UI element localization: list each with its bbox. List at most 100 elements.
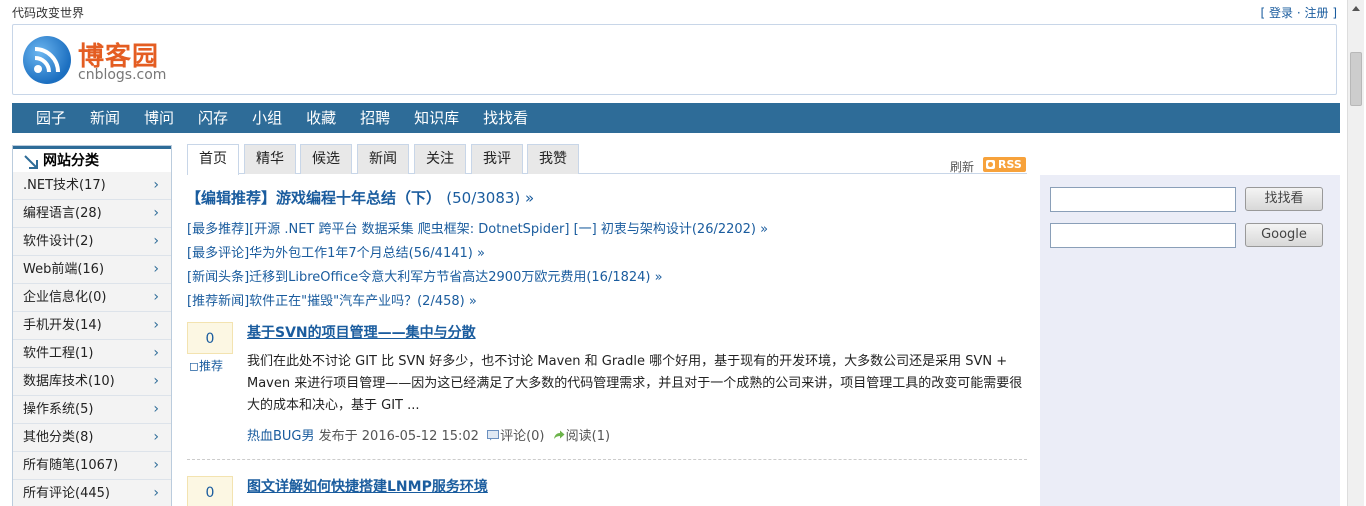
nav-item-groups[interactable]: 小组 xyxy=(240,103,294,133)
tab-candidates[interactable]: 候选 xyxy=(300,144,352,174)
sidebar-item-all-comments[interactable]: 所有评论(445) › xyxy=(13,480,171,506)
tab-following[interactable]: 关注 xyxy=(414,144,466,174)
chevron-right-icon: › xyxy=(153,485,159,501)
digg-box: 0 ◻推荐 xyxy=(187,322,233,374)
post-item: 0 ◻推荐 基于SVN的项目管理——集中与分散 我们在此处不讨论 GIT 比 S… xyxy=(187,322,1027,462)
post-title[interactable]: 图文详解如何快捷搭建LNMP服务环境 xyxy=(247,476,488,496)
editor-pick-link[interactable]: 【编辑推荐】游戏编程十年总结（下） (50/3083) » xyxy=(186,187,534,208)
site-logo[interactable]: 博客园 cnblogs.com xyxy=(23,35,173,87)
login-link[interactable]: 登录 xyxy=(1269,6,1293,20)
chevron-right-icon: › xyxy=(153,205,159,221)
category-sidebar: 网站分类 .NET技术(17) › 编程语言(28) › 软件设计(2) › Web前… xyxy=(12,145,172,506)
pick-recommended-news[interactable]: [推荐新闻]软件正在"摧毁"汽车产业吗？(2/458) » xyxy=(187,290,477,309)
post-date: 发布于 2016-05-12 15:02 xyxy=(318,429,479,444)
refresh-link[interactable]: 刷新 xyxy=(950,158,974,175)
read-arrow-icon xyxy=(553,430,565,439)
site-header: 博客园 cnblogs.com xyxy=(12,24,1337,95)
top-bar: 代码改变世界 [ 登录 · 注册 ] xyxy=(12,4,1337,22)
sidebar-item-label: 软件设计(2) xyxy=(23,234,94,249)
digg-count[interactable]: 0 xyxy=(187,476,233,506)
nav-item-favorites[interactable]: 收藏 xyxy=(294,103,348,133)
comment-icon xyxy=(487,430,500,441)
sidebar-item-dotnet[interactable]: .NET技术(17) › xyxy=(13,172,171,200)
chevron-right-icon: › xyxy=(153,261,159,277)
editor-pick-title: 【编辑推荐】游戏编程十年总结（下） xyxy=(186,189,442,207)
sidebar-item-os[interactable]: 操作系统(5) › xyxy=(13,396,171,424)
chevron-right-icon: › xyxy=(153,373,159,389)
tab-my-comments[interactable]: 我评 xyxy=(471,144,523,174)
chevron-right-icon: › xyxy=(153,233,159,249)
site-search-input[interactable] xyxy=(1050,187,1236,212)
site-search-button[interactable]: 找找看 xyxy=(1245,187,1323,211)
nav-item-flash[interactable]: 闪存 xyxy=(186,103,240,133)
sidebar-item-label: 软件工程(1) xyxy=(23,346,94,361)
bracket-open: [ xyxy=(1260,6,1266,20)
sidebar-item-label: .NET技术(17) xyxy=(23,178,106,193)
chevron-right-icon: › xyxy=(153,429,159,445)
sidebar-item-label: 所有评论(445) xyxy=(23,486,110,501)
thumb-up-icon: ◻ xyxy=(189,359,199,373)
nav-item-yuanzi[interactable]: 园子 xyxy=(12,103,78,133)
post-item: 0 图文详解如何快捷搭建LNMP服务环境 xyxy=(187,476,1027,506)
sidebar-item-all-posts[interactable]: 所有随笔(1067) › xyxy=(13,452,171,480)
rss-logo-icon xyxy=(23,36,71,84)
search-panel: 找找看 Google xyxy=(1040,175,1340,506)
post-author[interactable]: 热血BUG男 xyxy=(247,429,315,444)
google-search-input[interactable] xyxy=(1050,223,1236,248)
sidebar-item-mobile[interactable]: 手机开发(14) › xyxy=(13,312,171,340)
scroll-up-icon[interactable] xyxy=(1348,0,1364,17)
site-slogan: 代码改变世界 xyxy=(12,6,85,20)
sidebar-item-design[interactable]: 软件设计(2) › xyxy=(13,228,171,256)
sidebar-item-database[interactable]: 数据库技术(10) › xyxy=(13,368,171,396)
pick-most-commented[interactable]: [最多评论]华为外包工作1年7个月总结(56/4141) » xyxy=(187,242,485,261)
recommend-label: 推荐 xyxy=(198,359,223,373)
register-link[interactable]: 注册 xyxy=(1304,6,1328,20)
tab-home[interactable]: 首页 xyxy=(187,144,239,175)
digg-count[interactable]: 0 xyxy=(187,322,233,354)
nav-item-search[interactable]: 找找看 xyxy=(471,103,540,133)
pick-most-recommended[interactable]: [最多推荐][开源 .NET 跨平台 数据采集 爬虫框架: DotnetSpid… xyxy=(187,218,768,237)
nav-item-jobs[interactable]: 招聘 xyxy=(348,103,402,133)
chevron-right-icon: › xyxy=(153,457,159,473)
rss-icon xyxy=(986,160,995,169)
nav-item-news[interactable]: 新闻 xyxy=(78,103,132,133)
recommend-button[interactable]: ◻推荐 xyxy=(187,357,233,374)
nav-item-questions[interactable]: 博问 xyxy=(132,103,186,133)
digg-box: 0 xyxy=(187,476,233,506)
scrollbar-thumb[interactable] xyxy=(1350,52,1362,106)
post-comments[interactable]: 评论(0) xyxy=(500,429,544,444)
tab-news[interactable]: 新闻 xyxy=(357,144,409,174)
sidebar-item-label: 数据库技术(10) xyxy=(23,374,115,389)
tab-my-likes[interactable]: 我赞 xyxy=(527,144,579,174)
bracket-close: ] xyxy=(1332,6,1337,20)
rss-button[interactable]: RSS xyxy=(983,157,1026,172)
tab-featured[interactable]: 精华 xyxy=(244,144,296,174)
page-scrollbar[interactable] xyxy=(1347,0,1364,506)
sidebar-title: 网站分类 xyxy=(13,146,171,172)
chevron-right-icon: › xyxy=(153,401,159,417)
nav-item-kb[interactable]: 知识库 xyxy=(402,103,471,133)
sidebar-item-se[interactable]: 软件工程(1) › xyxy=(13,340,171,368)
post-summary: 我们在此处不讨论 GIT 比 SVN 好多少，也不讨论 Maven 和 Grad… xyxy=(247,354,1023,413)
post-title[interactable]: 基于SVN的项目管理——集中与分散 xyxy=(247,322,476,342)
sidebar-item-label: 编程语言(28) xyxy=(23,206,102,221)
chevron-right-icon: › xyxy=(153,289,159,305)
main-nav: 园子 新闻 博问 闪存 小组 收藏 招聘 知识库 找找看 xyxy=(12,103,1340,133)
post-tabs: 首页 精华 候选 新闻 关注 我评 我赞 xyxy=(187,144,1027,175)
sidebar-item-label: 手机开发(14) xyxy=(23,318,102,333)
post-footer: 热血BUG男 发布于 2016-05-12 15:02 评论(0) 阅读(1) xyxy=(247,425,610,444)
sidebar-item-enterprise[interactable]: 企业信息化(0) › xyxy=(13,284,171,312)
sidebar-item-languages[interactable]: 编程语言(28) › xyxy=(13,200,171,228)
post-divider xyxy=(187,459,1027,460)
google-search-button[interactable]: Google xyxy=(1245,223,1323,247)
account-links: [ 登录 · 注册 ] xyxy=(1260,4,1337,21)
sidebar-item-label: Web前端(16) xyxy=(23,262,105,277)
sidebar-item-other[interactable]: 其他分类(8) › xyxy=(13,424,171,452)
post-reads[interactable]: 阅读(1) xyxy=(566,429,610,444)
separator: · xyxy=(1296,6,1301,20)
chevron-right-icon: › xyxy=(153,177,159,193)
sidebar-item-web[interactable]: Web前端(16) › xyxy=(13,256,171,284)
chevron-right-icon: › xyxy=(153,345,159,361)
pick-headline-news[interactable]: [新闻头条]迁移到LibreOffice令意大利军方节省高达2900万欧元费用(… xyxy=(187,266,663,285)
rss-label: RSS xyxy=(998,158,1022,171)
